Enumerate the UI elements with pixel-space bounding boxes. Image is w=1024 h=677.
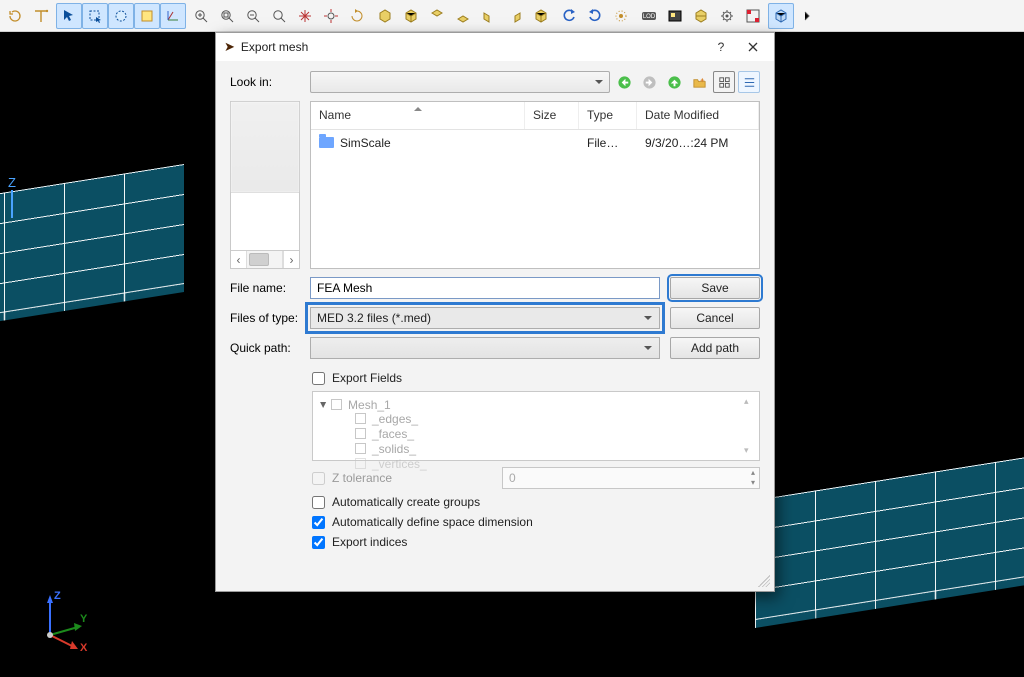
mesh-tree[interactable]: ▸Mesh_1 _edges_ _faces_ _solids_ _vertic…: [312, 391, 760, 461]
nav-up-icon[interactable]: [663, 71, 685, 93]
look-in-label: Look in:: [230, 75, 300, 89]
tb-view-right-icon[interactable]: [502, 3, 528, 29]
z-tolerance-checkbox[interactable]: Z tolerance: [312, 471, 494, 485]
tb-tee-icon[interactable]: [28, 3, 54, 29]
tb-rotate-icon[interactable]: [344, 3, 370, 29]
tb-zoom-fit-icon[interactable]: [214, 3, 240, 29]
tb-lod-icon[interactable]: LOD: [636, 3, 662, 29]
tb-corner-icon[interactable]: [740, 3, 766, 29]
help-button[interactable]: ?: [708, 36, 734, 58]
tb-view-top-icon[interactable]: [424, 3, 450, 29]
file-name: SimScale: [340, 136, 391, 150]
tb-select-rect-icon[interactable]: [134, 3, 160, 29]
main-toolbar: LOD: [0, 0, 1024, 32]
file-list[interactable]: Name Size Type Date Modified SimScale Fi…: [310, 101, 760, 269]
tb-rotate-ccw-icon[interactable]: [556, 3, 582, 29]
look-in-combo[interactable]: [310, 71, 610, 93]
view-list-icon[interactable]: [738, 71, 760, 93]
close-button[interactable]: [740, 36, 766, 58]
tb-pan-icon[interactable]: [292, 3, 318, 29]
quick-path-label: Quick path:: [230, 341, 300, 355]
z-tolerance-spinner[interactable]: 0: [502, 467, 760, 489]
tb-overflow-icon[interactable]: [794, 3, 820, 29]
save-button[interactable]: Save: [670, 277, 760, 299]
nav-forward-icon[interactable]: [638, 71, 660, 93]
files-of-type-label: Files of type:: [230, 311, 300, 325]
col-name[interactable]: Name: [311, 102, 525, 129]
tb-view-bottom-icon[interactable]: [450, 3, 476, 29]
tb-view-back-icon[interactable]: [398, 3, 424, 29]
tb-settings-icon[interactable]: [714, 3, 740, 29]
auto-groups-checkbox[interactable]: Automatically create groups: [312, 495, 760, 509]
tb-zoom-out-icon[interactable]: [240, 3, 266, 29]
file-row[interactable]: SimScale File…lder 9/3/20…:24 PM: [311, 130, 759, 156]
tb-refresh-icon[interactable]: [2, 3, 28, 29]
tb-select-circle-icon[interactable]: [108, 3, 134, 29]
tb-select-poly-icon[interactable]: [82, 3, 108, 29]
tree-root: Mesh_1: [348, 398, 391, 412]
axis-z-indicator: Z: [8, 175, 16, 218]
files-of-type-combo[interactable]: MED 3.2 files (*.med): [310, 307, 660, 329]
tb-view-cube-icon[interactable]: [768, 3, 794, 29]
add-path-button[interactable]: Add path: [670, 337, 760, 359]
new-folder-icon[interactable]: [688, 71, 710, 93]
tb-shade-box-icon[interactable]: [662, 3, 688, 29]
nav-back-icon[interactable]: [613, 71, 635, 93]
cancel-button[interactable]: Cancel: [670, 307, 760, 329]
tb-cursor-icon[interactable]: [56, 3, 82, 29]
view-grid-icon[interactable]: [713, 71, 735, 93]
tb-point-icon[interactable]: [608, 3, 634, 29]
tree-scrollbar[interactable]: ▴▾: [744, 396, 756, 456]
export-fields-checkbox[interactable]: Export Fields: [312, 371, 760, 385]
file-name-input[interactable]: [310, 277, 660, 299]
folder-icon: [319, 137, 334, 148]
places-sidebar[interactable]: ‹›: [230, 101, 300, 269]
tb-view-front-icon[interactable]: [372, 3, 398, 29]
file-size: [525, 133, 579, 153]
file-date: 9/3/20…:24 PM: [637, 133, 759, 153]
auto-dimension-checkbox[interactable]: Automatically define space dimension: [312, 515, 760, 529]
app-icon: ➤: [224, 39, 235, 55]
resize-grip[interactable]: [758, 575, 770, 587]
tb-pan-global-icon[interactable]: [318, 3, 344, 29]
tb-zoom-in-icon[interactable]: [188, 3, 214, 29]
mesh-preview: [0, 164, 184, 360]
dialog-title: Export mesh: [241, 40, 308, 54]
tb-rotate-cw-icon[interactable]: [582, 3, 608, 29]
tb-view-left-icon[interactable]: [476, 3, 502, 29]
export-mesh-dialog: ➤ Export mesh ? Look in: ‹›: [215, 32, 775, 592]
tb-view-iso-icon[interactable]: [528, 3, 554, 29]
tb-zoom-icon[interactable]: [266, 3, 292, 29]
dialog-titlebar[interactable]: ➤ Export mesh ?: [216, 33, 774, 61]
export-indices-checkbox[interactable]: Export indices: [312, 535, 760, 549]
file-name-label: File name:: [230, 281, 300, 295]
svg-text:LOD: LOD: [643, 14, 656, 20]
tb-axis-icon[interactable]: [160, 3, 186, 29]
sidebar-scrollbar[interactable]: ‹›: [231, 250, 299, 268]
mesh-preview: [755, 424, 1024, 620]
col-size[interactable]: Size: [525, 102, 579, 129]
quick-path-combo[interactable]: [310, 337, 660, 359]
tb-shade-wire-icon[interactable]: [688, 3, 714, 29]
col-type[interactable]: Type: [579, 102, 637, 129]
file-list-header[interactable]: Name Size Type Date Modified: [311, 102, 759, 130]
col-date[interactable]: Date Modified: [637, 102, 759, 129]
file-type: File…lder: [579, 133, 637, 153]
